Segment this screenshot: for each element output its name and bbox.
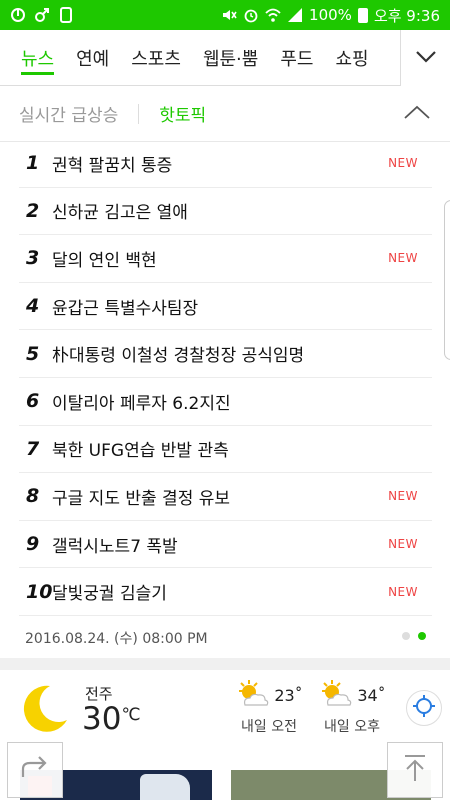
new-badge: NEW <box>388 537 418 552</box>
keyword-row[interactable]: 7 북한 UFG연습 반발 관측 <box>19 426 432 474</box>
keyword-row[interactable]: 4 윤갑근 특별수사팀장 <box>19 283 432 331</box>
new-badge: NEW <box>388 489 418 504</box>
keyword-text: 구글 지도 반출 결정 유보 <box>52 488 231 509</box>
keyword-row[interactable]: 2 신하균 김고은 열애 <box>19 188 432 236</box>
weather-widget[interactable]: 전주 30℃ 23˚ 내일 오전 34˚ 내일 오후 <box>0 670 450 742</box>
rank-number: 9 <box>26 533 40 556</box>
forecast-morning: 23˚ 내일 오전 <box>229 680 309 736</box>
forecast-temp: 23˚ <box>274 685 303 705</box>
crosshair-icon <box>413 695 435 721</box>
battery-icon <box>357 7 368 23</box>
forecast-afternoon: 34˚ 내일 오후 <box>312 680 392 736</box>
scroll-top-button[interactable] <box>387 742 443 798</box>
signal-icon <box>287 7 303 23</box>
rank-number: 8 <box>26 485 40 508</box>
category-tabs: 뉴스 연예 스포츠 웹툰·뿜 푸드 쇼핑 <box>0 30 450 86</box>
keyword-row[interactable]: 6 이탈리아 페루자 6.2지진 <box>19 378 432 426</box>
forecast-temp: 34˚ <box>357 685 386 705</box>
chevron-up-icon <box>403 104 431 124</box>
keyword-text: 북한 UFG연습 반발 관측 <box>52 441 229 462</box>
mute-icon <box>221 7 237 23</box>
new-badge: NEW <box>388 251 418 266</box>
share-button[interactable] <box>7 742 63 798</box>
battery-percent: 100% <box>309 6 352 24</box>
partly-sunny-icon <box>235 679 271 711</box>
keyword-row[interactable]: 1 권혁 팔꿈치 통증 NEW <box>19 140 432 188</box>
keyword-text: 이탈리아 페루자 6.2지진 <box>52 393 231 414</box>
tab-sports[interactable]: 스포츠 <box>131 30 181 85</box>
keyword-text: 권혁 팔꿈치 통증 <box>52 155 173 176</box>
locate-button[interactable] <box>406 690 442 726</box>
temperature-value: 30 <box>82 701 122 737</box>
tab-divider <box>138 103 140 124</box>
alarm-icon <box>243 7 259 23</box>
new-badge: NEW <box>388 584 418 599</box>
tab-news[interactable]: 뉴스 <box>21 30 55 85</box>
collapse-button[interactable] <box>402 101 432 127</box>
content-strip <box>0 742 450 800</box>
current-temperature: 30℃ <box>82 701 141 737</box>
tab-hottopic[interactable]: 핫토픽 <box>159 101 206 126</box>
page-dot-active[interactable] <box>418 632 426 640</box>
device-icon <box>58 7 74 23</box>
tab-webtoon[interactable]: 웹툰·뿜 <box>203 30 258 85</box>
status-bar: 100% 오후 9:36 <box>0 0 450 30</box>
keyword-text: 달의 연인 백현 <box>52 250 157 271</box>
keyword-text: 갤럭시노트7 폭발 <box>52 536 178 557</box>
keyword-text: 朴대통령 이철성 경찰청장 공식임명 <box>52 346 305 367</box>
tab-realtime[interactable]: 실시간 급상승 <box>19 101 118 126</box>
moon-icon <box>20 682 70 738</box>
rank-number: 1 <box>26 152 40 175</box>
expand-tabs-button[interactable] <box>400 30 450 86</box>
keyword-text: 윤갑근 특별수사팀장 <box>52 298 199 319</box>
temperature-unit: ℃ <box>121 705 141 725</box>
forecast-label: 내일 오후 <box>324 719 380 735</box>
rank-number: 3 <box>26 247 40 270</box>
forecast-label: 내일 오전 <box>241 719 297 735</box>
new-badge: NEW <box>388 156 418 171</box>
notification-icon <box>10 7 26 23</box>
keyword-row[interactable]: 8 구글 지도 반출 결정 유보 NEW <box>19 473 432 521</box>
rank-number: 10 <box>26 580 53 603</box>
chevron-down-icon <box>415 49 437 68</box>
thumbnail-map <box>140 774 190 800</box>
tab-shopping[interactable]: 쇼핑 <box>335 30 368 85</box>
keyword-text: 달빛궁궐 김슬기 <box>52 584 167 605</box>
keyword-row[interactable]: 10 달빛궁궐 김슬기 NEW <box>19 568 432 616</box>
keyword-row[interactable]: 3 달의 연인 백현 NEW <box>19 235 432 283</box>
share-icon <box>20 755 50 785</box>
usb-icon <box>34 7 50 23</box>
wifi-icon <box>265 7 281 23</box>
page-indicator <box>402 632 426 640</box>
rank-number: 2 <box>26 199 40 222</box>
panel-tabs: 실시간 급상승 핫토픽 <box>0 86 450 142</box>
keyword-row[interactable]: 5 朴대통령 이철성 경찰청장 공식임명 <box>19 330 432 378</box>
edge-panel-handle[interactable] <box>444 200 450 360</box>
rank-number: 6 <box>26 390 40 413</box>
partly-sunny-icon <box>318 679 354 711</box>
rank-number: 5 <box>26 342 40 365</box>
arrow-up-icon <box>403 754 427 786</box>
rank-number: 7 <box>26 437 40 460</box>
keyword-text: 신하균 김고은 열애 <box>52 203 188 224</box>
keyword-list: 1 권혁 팔꿈치 통증 NEW 2 신하균 김고은 열애 3 달의 연인 백현 … <box>19 140 432 616</box>
realtime-panel: 실시간 급상승 핫토픽 1 권혁 팔꿈치 통증 NEW 2 신하균 김고은 열애… <box>0 86 450 658</box>
rank-number: 4 <box>26 295 40 318</box>
tab-food[interactable]: 푸드 <box>280 30 313 85</box>
update-timestamp: 2016.08.24. (수) 08:00 PM <box>25 631 208 647</box>
clock: 오후 9:36 <box>373 6 440 25</box>
section-divider <box>0 658 450 670</box>
tab-entertainment[interactable]: 연예 <box>76 30 109 85</box>
page-dot[interactable] <box>402 632 410 640</box>
keyword-row[interactable]: 9 갤럭시노트7 폭발 NEW <box>19 521 432 569</box>
